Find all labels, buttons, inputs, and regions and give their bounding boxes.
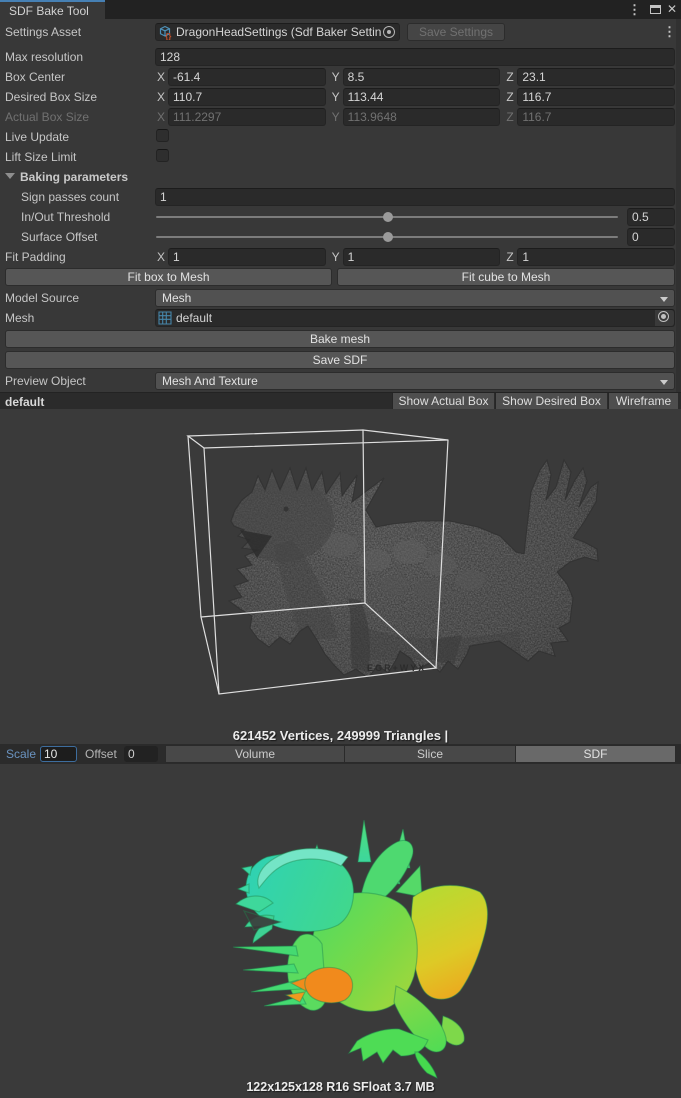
svg-text:{}: {} (165, 32, 171, 40)
svg-text:EGR+WYX: EGR+WYX (367, 663, 426, 673)
